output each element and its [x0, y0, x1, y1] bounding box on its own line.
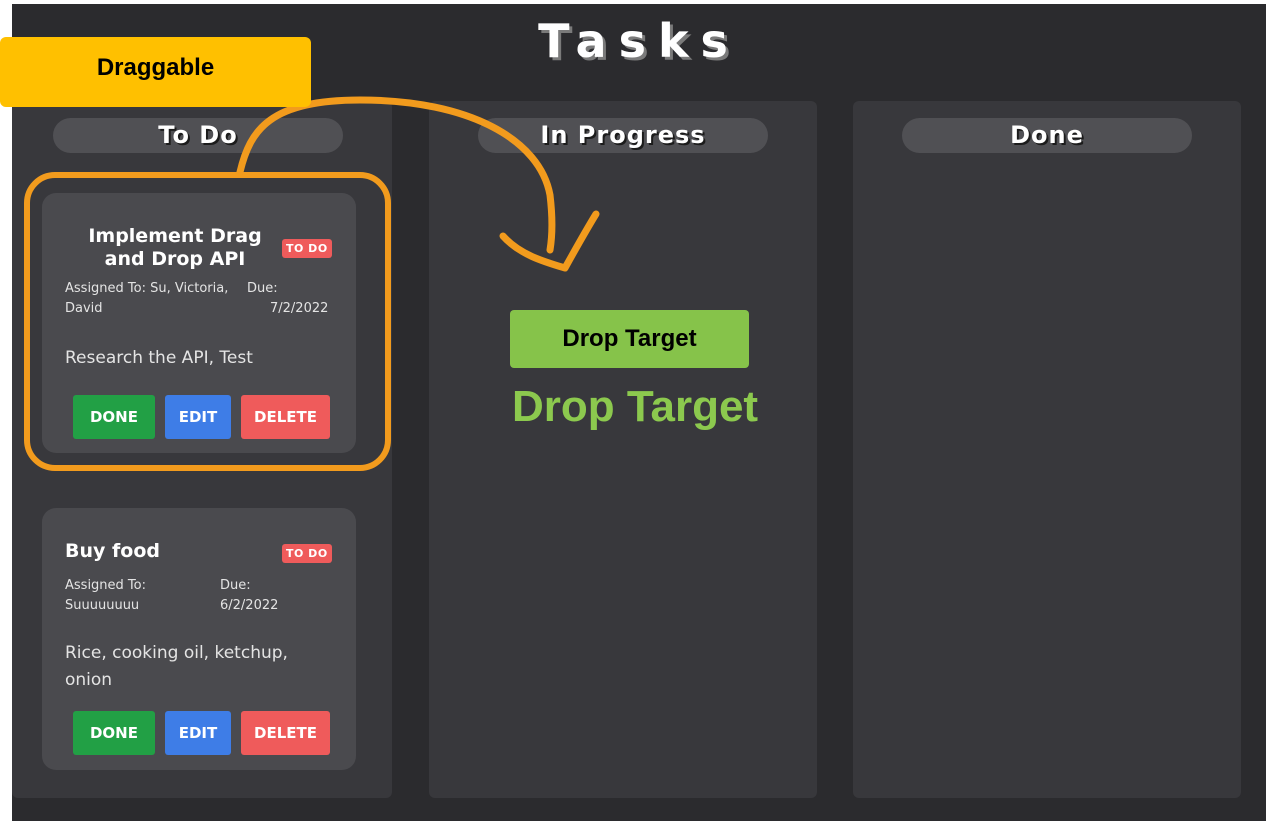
draggable-annotation-label: Draggable — [0, 37, 311, 107]
assigned-to: Assigned To: Suuuuuuuu — [65, 578, 146, 613]
column-header-in-progress: In Progress — [478, 118, 768, 153]
done-button[interactable]: DONE — [73, 711, 155, 755]
task-card[interactable]: Buy food TO DO Assigned To: Suuuuuuuu Du… — [42, 508, 356, 770]
column-in-progress[interactable]: In Progress — [429, 101, 817, 798]
task-description: Rice, cooking oil, ketchup, onion — [65, 643, 288, 690]
task-title: Buy food — [65, 540, 160, 562]
column-header-done: Done — [902, 118, 1192, 153]
column-header-todo: To Do — [53, 118, 343, 153]
due-label: Due: — [247, 281, 278, 296]
edit-button[interactable]: EDIT — [165, 711, 231, 755]
delete-button[interactable]: DELETE — [241, 711, 330, 755]
column-todo: To Do Implement Drag and Drop API TO DO … — [12, 101, 392, 798]
status-badge: TO DO — [282, 544, 332, 563]
task-title: Implement Drag and Drop API — [88, 225, 262, 270]
task-card[interactable]: Implement Drag and Drop API TO DO Assign… — [42, 193, 356, 453]
assigned-to: Assigned To: Su, Victoria, David — [65, 281, 229, 316]
done-button[interactable]: DONE — [73, 395, 155, 439]
edit-button[interactable]: EDIT — [165, 395, 231, 439]
due-info: Due: 6/2/2022 — [220, 578, 279, 613]
drop-target-annotation-text: Drop Target — [512, 382, 759, 431]
delete-button[interactable]: DELETE — [241, 395, 330, 439]
status-badge: TO DO — [282, 239, 332, 258]
drop-target-annotation-label: Drop Target — [510, 310, 749, 368]
task-description: Research the API, Test — [65, 348, 253, 368]
due-date: 7/2/2022 — [270, 301, 329, 316]
column-done[interactable]: Done — [853, 101, 1241, 798]
